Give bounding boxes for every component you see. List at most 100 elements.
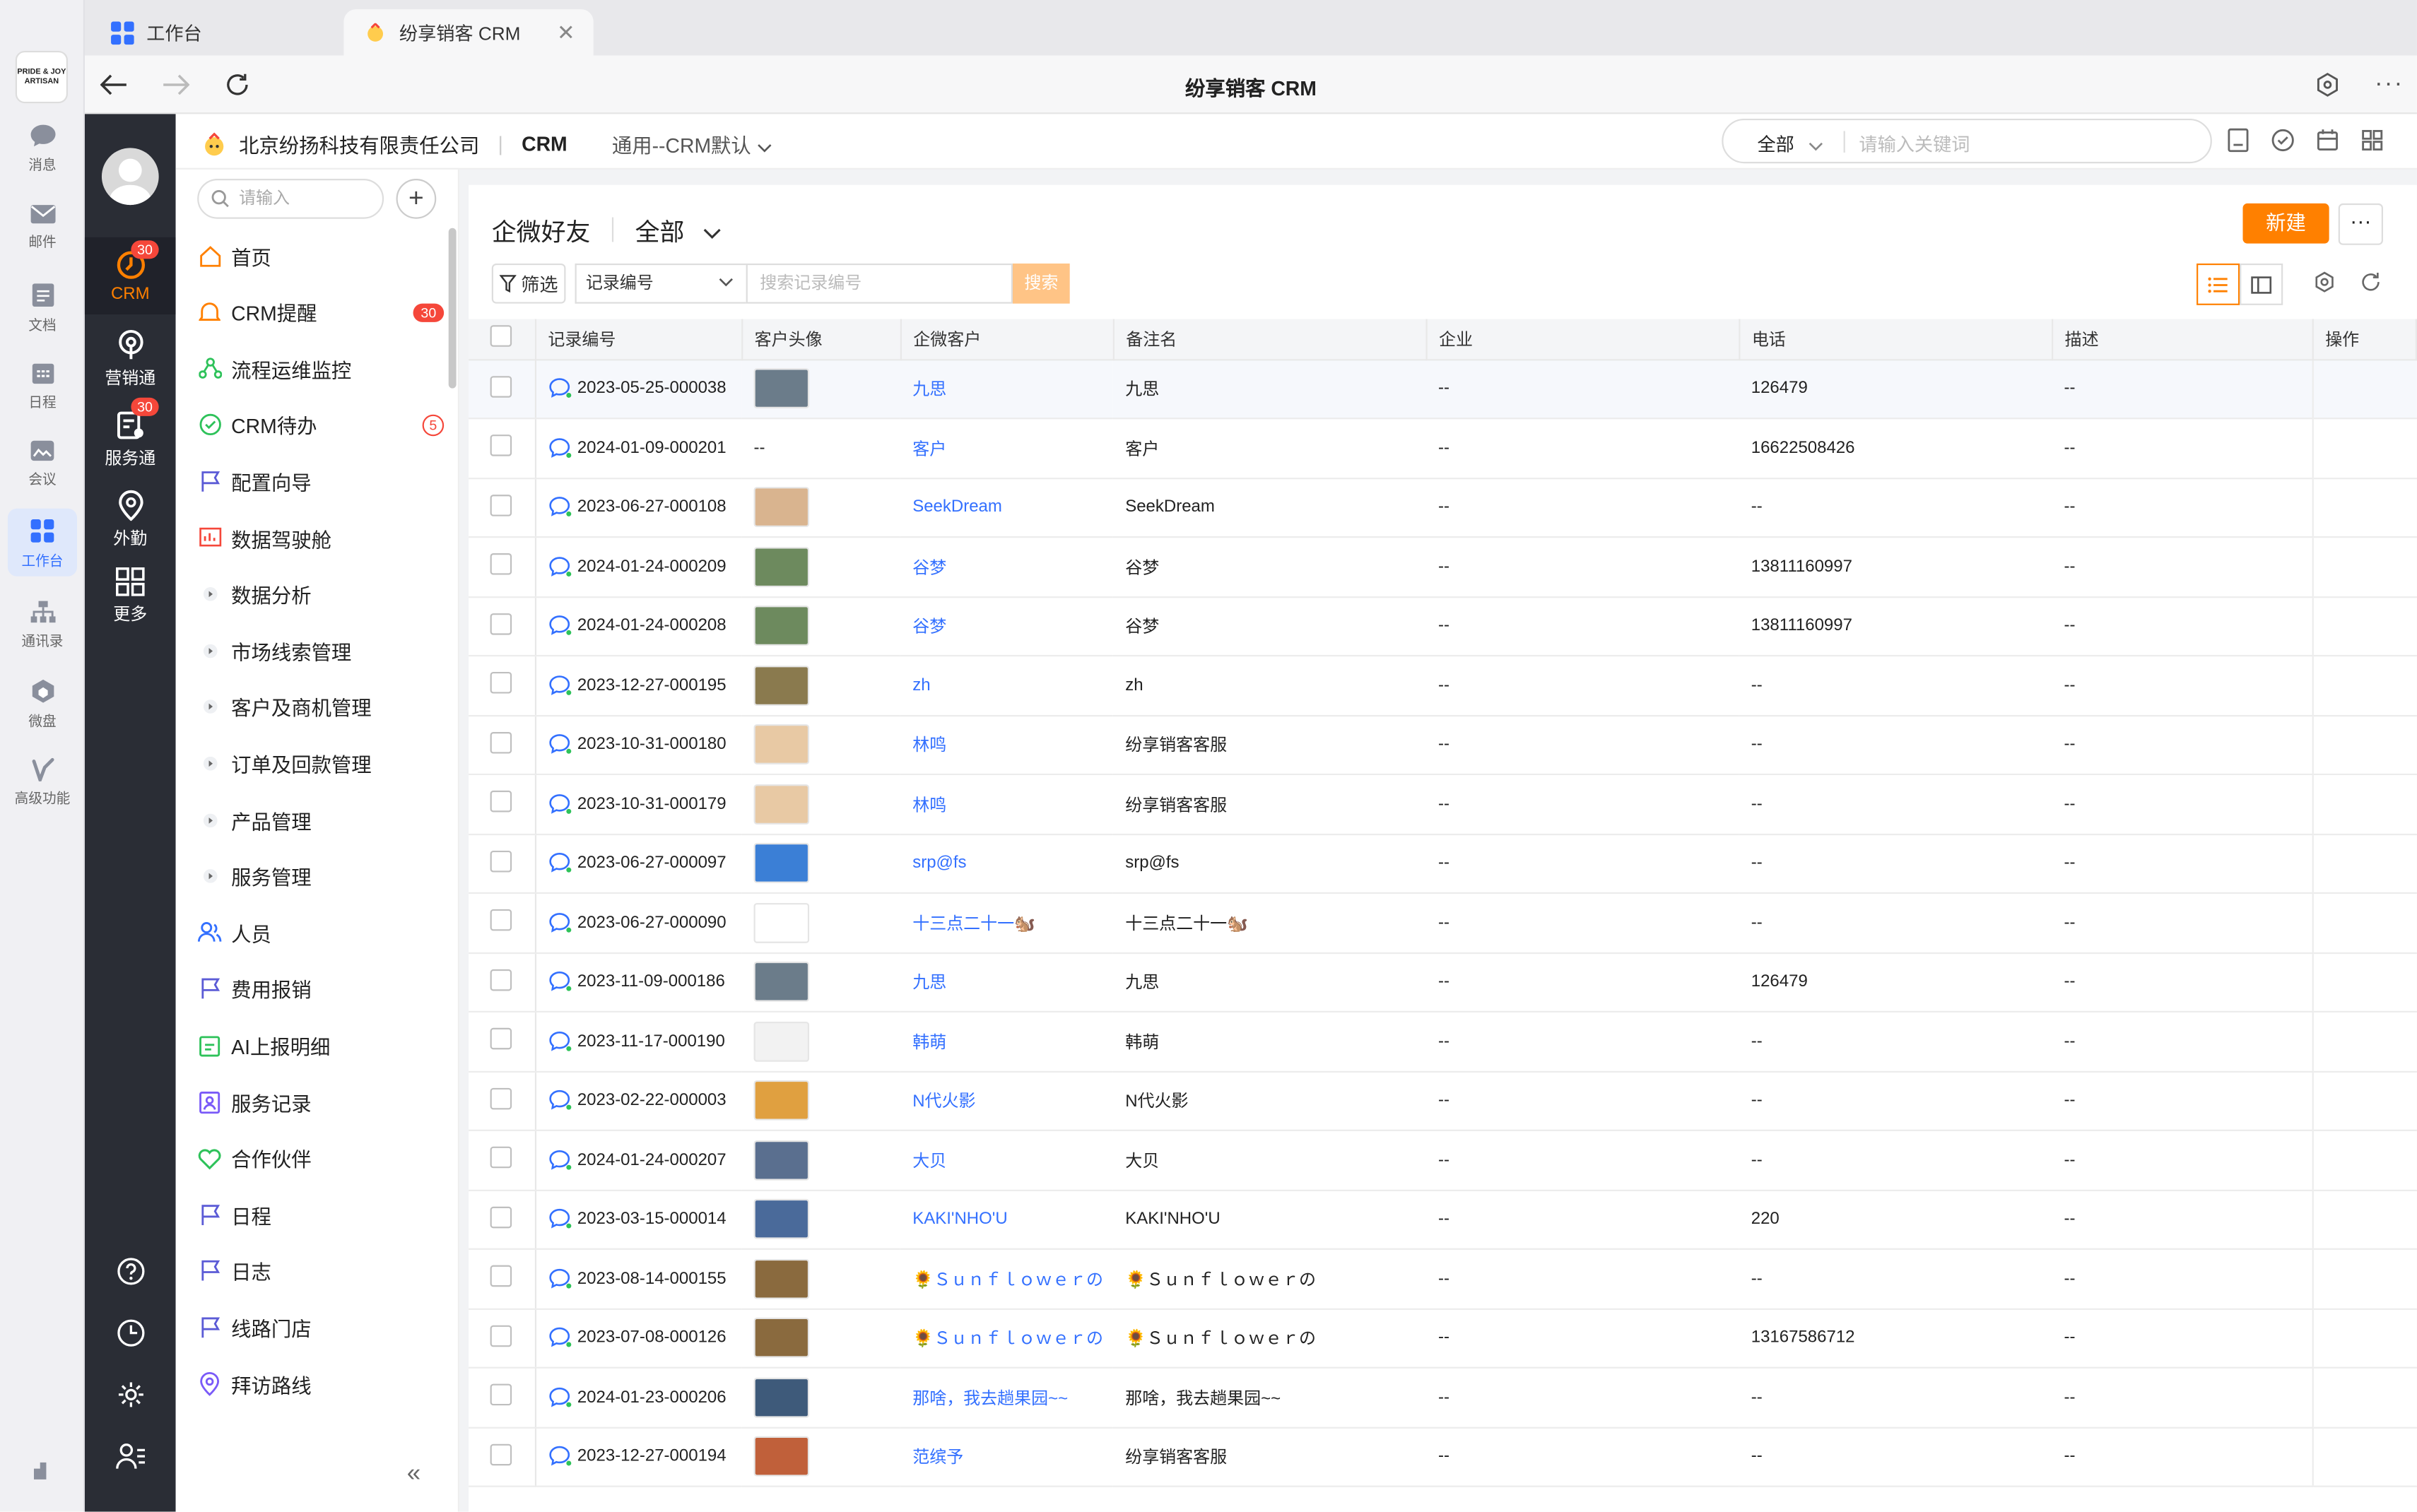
nav-mail[interactable]: 邮件 xyxy=(0,203,85,252)
todo-check-icon[interactable] xyxy=(2271,128,2295,153)
record-id[interactable]: 2024-01-24-000208 xyxy=(577,617,727,635)
wechat-chat-icon[interactable] xyxy=(548,378,571,400)
table-row[interactable]: 2024-01-24-000208 谷梦 谷梦 -- 13811160997 -- xyxy=(469,596,2416,657)
wechat-chat-icon[interactable] xyxy=(548,1386,571,1408)
menu-item[interactable]: 产品管理 xyxy=(197,798,444,841)
customer-avatar[interactable] xyxy=(753,368,810,409)
wechat-chat-icon[interactable] xyxy=(548,1268,571,1289)
row-checkbox[interactable] xyxy=(490,613,512,635)
record-id[interactable]: 2023-12-27-000195 xyxy=(577,676,727,695)
filter-button[interactable]: 筛选 xyxy=(491,263,566,304)
menu-item[interactable]: 拜访路线 xyxy=(197,1362,444,1405)
nav-drive[interactable]: 微盘 xyxy=(0,678,85,731)
menu-item[interactable]: CRM提醒 30 xyxy=(197,290,445,333)
customer-link[interactable]: srp@fs xyxy=(912,854,966,873)
customer-avatar[interactable] xyxy=(753,902,810,943)
customer-avatar[interactable] xyxy=(753,1318,810,1359)
nav-messages[interactable]: 消息 xyxy=(0,123,85,174)
wechat-chat-icon[interactable] xyxy=(548,971,571,993)
wechat-chat-icon[interactable] xyxy=(548,793,571,815)
menu-item[interactable]: AI上报明细 xyxy=(197,1024,444,1067)
customer-avatar[interactable] xyxy=(753,1258,810,1299)
row-checkbox[interactable] xyxy=(490,1443,512,1465)
wechat-chat-icon[interactable] xyxy=(548,912,571,934)
help-button[interactable] xyxy=(85,1258,176,1285)
wechat-chat-icon[interactable] xyxy=(548,853,571,875)
nav-calendar[interactable]: 日程 xyxy=(0,360,85,411)
customer-avatar[interactable] xyxy=(753,1436,810,1477)
customer-avatar[interactable] xyxy=(753,1377,810,1418)
customer-avatar[interactable] xyxy=(753,1080,810,1121)
customer-link[interactable]: 🌻Ｓｕｎｆｌｏｗｅｒの xyxy=(912,1271,1103,1289)
customer-avatar[interactable] xyxy=(753,665,810,706)
report-icon[interactable] xyxy=(2226,128,2251,153)
table-row[interactable]: 2023-10-31-000180 林鸣 纷享销客客服 -- -- -- xyxy=(469,715,2416,776)
row-checkbox[interactable] xyxy=(490,969,512,991)
row-checkbox[interactable] xyxy=(490,1384,512,1406)
menu-item[interactable]: 合作伙伴 xyxy=(197,1137,444,1180)
nav-workbench[interactable]: 工作台 xyxy=(7,508,78,577)
customer-link[interactable]: 谷梦 xyxy=(912,618,946,637)
table-row[interactable]: 2023-06-27-000090 十三点二十一🐿️ 十三点二十一🐿️ -- -- -- xyxy=(469,892,2416,953)
add-menu-button[interactable]: + xyxy=(396,179,437,219)
customer-avatar[interactable] xyxy=(753,546,810,587)
customer-avatar[interactable] xyxy=(753,784,810,825)
menu-item[interactable]: 日程 xyxy=(197,1193,444,1236)
menu-item[interactable]: 日志 xyxy=(197,1249,444,1292)
menu-item[interactable]: 人员 xyxy=(197,911,444,954)
profile-button[interactable] xyxy=(85,1443,176,1470)
menu-item[interactable]: 数据分析 xyxy=(197,572,444,615)
wechat-chat-icon[interactable] xyxy=(548,1090,571,1112)
customer-link[interactable]: 九思 xyxy=(912,381,946,399)
table-row[interactable]: 2023-12-27-000194 范缤予 纷享销客客服 -- -- -- xyxy=(469,1427,2416,1487)
nav-advanced[interactable]: 高级功能 xyxy=(0,757,85,808)
row-checkbox[interactable] xyxy=(490,1325,512,1347)
col-header[interactable]: 描述 xyxy=(2052,319,2313,360)
row-checkbox[interactable] xyxy=(490,435,512,457)
col-header[interactable]: 备注名 xyxy=(1112,319,1427,360)
menu-item[interactable]: 数据驾驶舱 xyxy=(197,516,444,560)
row-checkbox[interactable] xyxy=(490,791,512,813)
refresh-icon[interactable] xyxy=(2360,271,2382,293)
org-logo[interactable]: PRIDE & JOY ARTISAN xyxy=(15,50,68,104)
table-row[interactable]: 2024-01-23-000206 那啥，我去趟果园~~ 那啥，我去趟果园~~ -- -… xyxy=(469,1367,2416,1428)
search-input[interactable]: 请输入关键词 xyxy=(1859,131,1970,157)
row-checkbox[interactable] xyxy=(490,494,512,516)
record-id[interactable]: 2023-08-14-000155 xyxy=(577,1270,727,1288)
customer-link[interactable]: SeekDream xyxy=(912,498,1002,516)
menu-item[interactable]: 服务管理 xyxy=(197,855,444,898)
search-scope[interactable]: 全部 xyxy=(1757,131,1824,157)
customer-link[interactable]: 九思 xyxy=(912,974,946,993)
row-checkbox[interactable] xyxy=(490,1265,512,1287)
record-id[interactable]: 2023-10-31-000179 xyxy=(577,795,727,813)
record-id[interactable]: 2023-12-27-000194 xyxy=(577,1448,727,1466)
wechat-chat-icon[interactable] xyxy=(548,556,571,578)
menu-search-input[interactable]: 请输入 xyxy=(197,179,384,219)
table-row[interactable]: 2023-02-22-000003 N代火影 N代火影 -- -- -- xyxy=(469,1070,2416,1131)
row-checkbox[interactable] xyxy=(490,909,512,931)
table-row[interactable]: 2023-11-09-000186 九思 九思 -- 126479 -- xyxy=(469,952,2416,1012)
wechat-chat-icon[interactable] xyxy=(548,615,571,637)
new-button[interactable]: 新建 xyxy=(2242,203,2329,244)
customer-avatar[interactable] xyxy=(753,843,810,884)
customer-link[interactable]: 大贝 xyxy=(912,1152,946,1171)
customer-avatar[interactable] xyxy=(753,724,810,765)
menu-item[interactable]: CRM待办 5 xyxy=(197,403,445,447)
nav-contacts[interactable]: 通讯录 xyxy=(0,599,85,650)
customer-link[interactable]: 🌻Ｓｕｎｆｌｏｗｅｒの xyxy=(912,1330,1103,1349)
calendar-icon[interactable] xyxy=(2315,128,2340,153)
customer-link[interactable]: 客户 xyxy=(912,440,946,459)
wechat-chat-icon[interactable] xyxy=(548,1209,571,1231)
search-button[interactable]: 搜索 xyxy=(1012,263,1070,304)
table-row[interactable]: 2024-01-24-000207 大贝 大贝 -- -- -- xyxy=(469,1130,2416,1191)
menu-item[interactable]: 订单及回款管理 xyxy=(197,742,444,785)
split-view-button[interactable] xyxy=(2240,263,2283,305)
table-row[interactable]: 2023-03-15-000014 KAKI'NHO'U KAKI'NHO'U -- 2… xyxy=(469,1189,2416,1250)
record-id[interactable]: 2024-01-23-000206 xyxy=(577,1388,727,1407)
more-menu-button[interactable]: ··· xyxy=(2372,68,2406,102)
col-header[interactable]: 电话 xyxy=(1739,319,2053,360)
app-service[interactable]: 服务通 30 xyxy=(85,397,176,470)
menu-item[interactable]: 首页 xyxy=(197,235,444,278)
record-id[interactable]: 2023-06-27-000090 xyxy=(577,914,727,932)
table-row[interactable]: 2023-12-27-000195 zh zh -- -- -- xyxy=(469,656,2416,716)
